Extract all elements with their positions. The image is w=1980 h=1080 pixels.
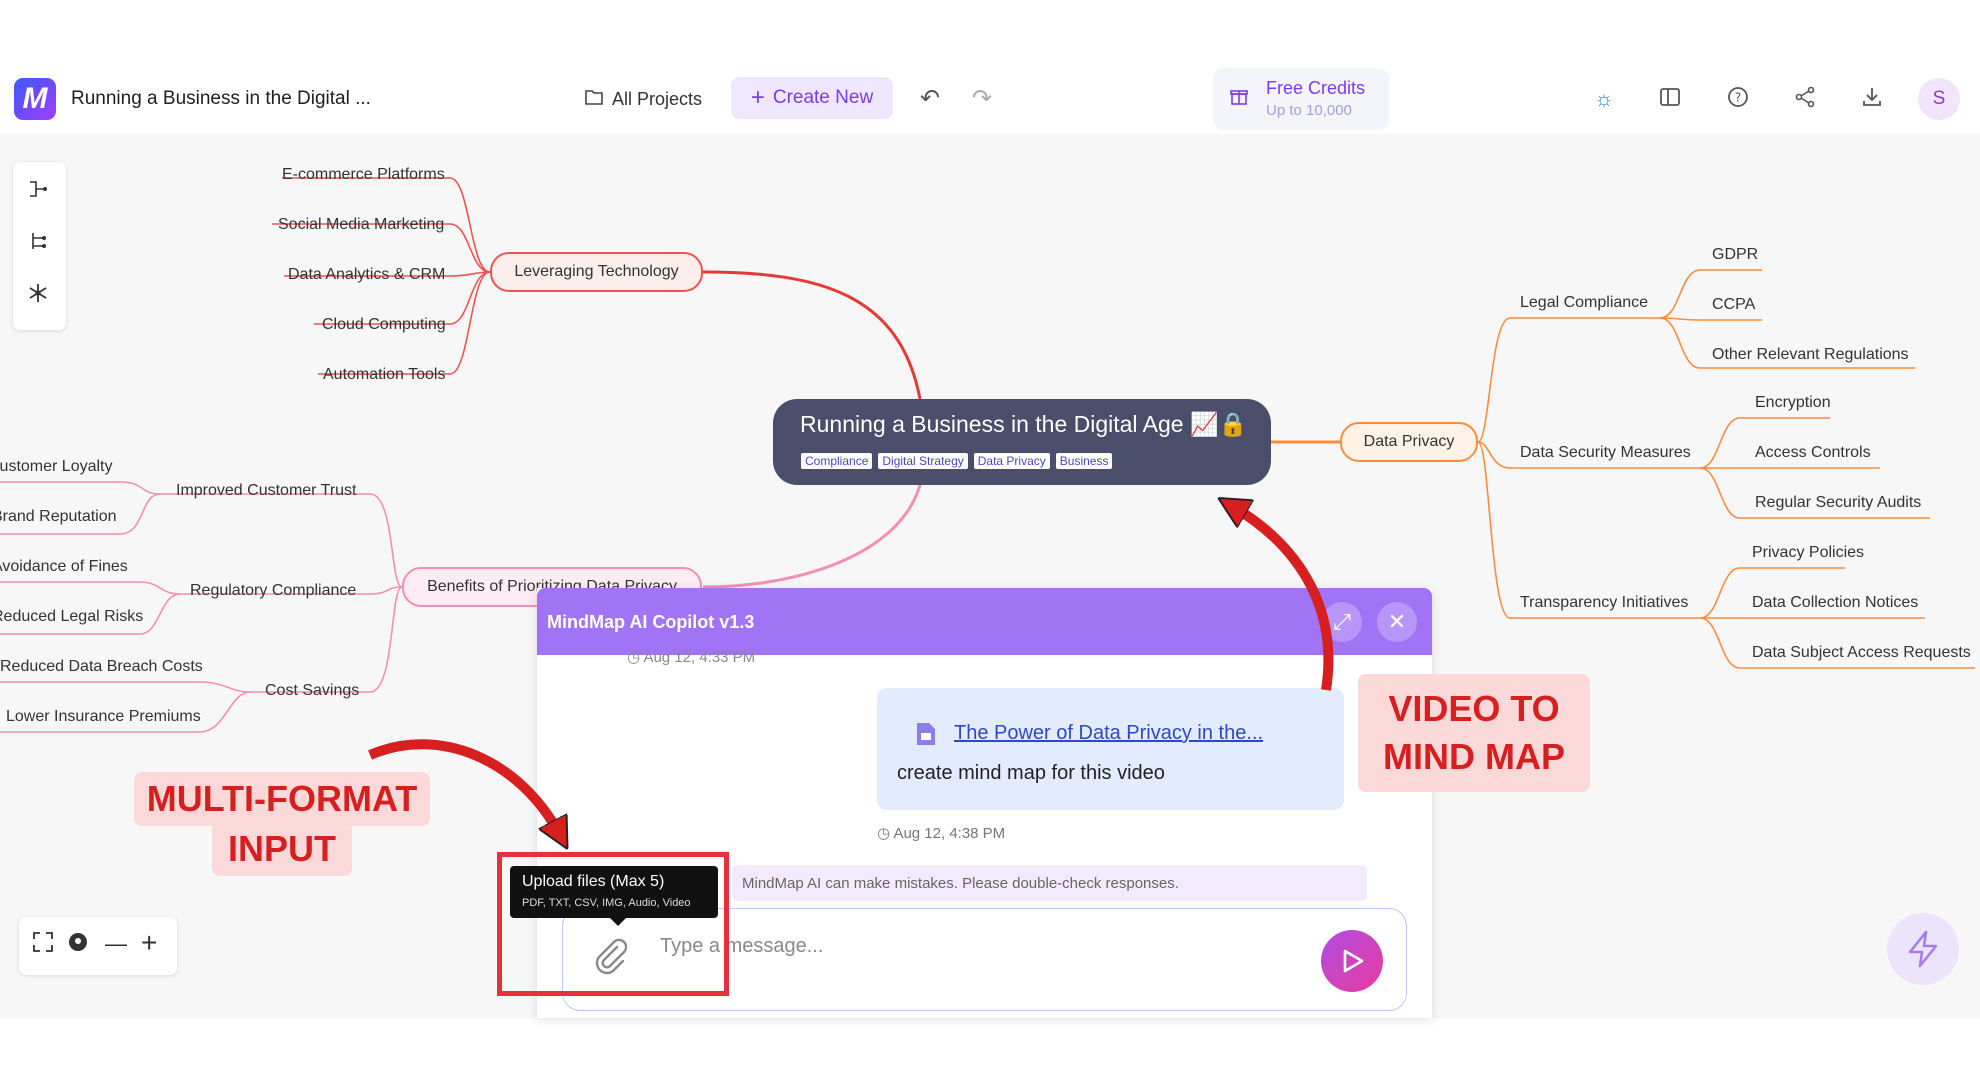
layout-right-icon[interactable] (27, 178, 49, 206)
node-regulatory-compliance[interactable]: Regulatory Compliance (190, 582, 356, 600)
tag-chip[interactable]: Data Privacy (973, 453, 1050, 469)
redo-icon[interactable]: ↷ (972, 84, 992, 113)
callout-video-to-mindmap: VIDEO TO MIND MAP (1358, 674, 1590, 792)
download-icon[interactable] (1858, 86, 1886, 114)
highlight-box (497, 852, 729, 996)
node-legal-compliance[interactable]: Legal Compliance (1520, 294, 1648, 312)
mindmap-root-node[interactable]: Running a Business in the Digital Age 📈🔒… (773, 399, 1271, 485)
layout-tree-icon[interactable] (27, 230, 49, 258)
send-button[interactable] (1321, 930, 1383, 992)
layout-radial-icon[interactable] (27, 282, 49, 310)
app-logo[interactable]: M (14, 78, 56, 120)
node-privacy-policies[interactable]: Privacy Policies (1752, 544, 1864, 562)
node-reduced-legal-risks[interactable]: Reduced Legal Risks (0, 608, 143, 626)
node-access-controls[interactable]: Access Controls (1755, 444, 1871, 462)
callout-multi-format: MULTI-FORMAT (134, 772, 430, 826)
node-automation-tools[interactable]: Automation Tools (323, 366, 445, 384)
svg-text:?: ? (1735, 91, 1741, 105)
plus-icon: + (750, 84, 765, 111)
node-gdpr[interactable]: GDPR (1712, 246, 1758, 264)
node-data-analytics-crm[interactable]: Data Analytics & CRM (288, 266, 445, 284)
zoom-controls: — + (19, 917, 177, 975)
locate-icon[interactable] (67, 931, 89, 959)
tag-chip[interactable]: Digital Strategy (878, 453, 968, 469)
document-title[interactable]: Running a Business in the Digital ... (71, 88, 371, 110)
free-credits-button[interactable]: Free Credits Up to 10,000 (1213, 68, 1389, 130)
root-tags: Compliance Digital Strategy Data Privacy… (801, 453, 1113, 469)
tag-chip[interactable]: Compliance (801, 453, 873, 469)
node-ccpa[interactable]: CCPA (1712, 296, 1755, 314)
user-message-text: create mind map for this video (897, 762, 1165, 784)
lightning-icon[interactable] (1887, 913, 1959, 985)
gift-icon (1229, 86, 1249, 112)
previous-timestamp: ◷ Aug 12, 4:33 PM (627, 649, 756, 666)
fit-screen-icon[interactable] (32, 931, 54, 959)
send-icon (1343, 949, 1364, 973)
folder-icon (584, 88, 604, 111)
node-lower-insurance-premiums[interactable]: Lower Insurance Premiums (6, 708, 201, 726)
attachment-link[interactable]: The Power of Data Privacy in the... (954, 722, 1263, 745)
node-cloud-computing[interactable]: Cloud Computing (322, 316, 446, 334)
node-encryption[interactable]: Encryption (1755, 394, 1831, 412)
node-ecommerce-platforms[interactable]: E-commerce Platforms (282, 166, 445, 184)
theme-toggle-icon[interactable]: ☼ (1590, 86, 1618, 112)
close-icon[interactable]: ✕ (1377, 602, 1417, 642)
document-icon (914, 721, 938, 753)
message-timestamp: ◷ Aug 12, 4:38 PM (877, 825, 1006, 842)
node-brand-reputation[interactable]: Brand Reputation (0, 508, 117, 526)
node-data-subject-access[interactable]: Data Subject Access Requests (1752, 644, 1971, 662)
node-security-audits[interactable]: Regular Security Audits (1755, 494, 1921, 512)
user-avatar[interactable]: S (1918, 78, 1960, 120)
zoom-out-icon[interactable]: — (105, 931, 127, 957)
layout-icon[interactable] (1656, 86, 1684, 114)
disclaimer-banner: MindMap AI can make mistakes. Please dou… (732, 865, 1367, 901)
node-improved-customer-trust[interactable]: Improved Customer Trust (176, 482, 357, 500)
node-data-security-measures[interactable]: Data Security Measures (1520, 444, 1691, 462)
node-social-media-marketing[interactable]: Social Media Marketing (278, 216, 444, 234)
node-transparency-initiatives[interactable]: Transparency Initiatives (1520, 594, 1688, 612)
node-other-regulations[interactable]: Other Relevant Regulations (1712, 346, 1909, 364)
message-input[interactable] (658, 929, 1258, 963)
undo-icon[interactable]: ↶ (920, 84, 940, 113)
expand-icon[interactable]: ⤢ (1322, 602, 1362, 642)
clock-icon: ◷ (627, 649, 641, 666)
clock-icon: ◷ (877, 825, 891, 842)
all-projects-button[interactable]: All Projects (584, 88, 702, 111)
create-new-button[interactable]: + Create New (731, 77, 893, 119)
node-leveraging-technology[interactable]: Leveraging Technology (490, 252, 703, 292)
copilot-header: MindMap AI Copilot v1.3 ⤢ ✕ (537, 588, 1432, 655)
node-data-privacy[interactable]: Data Privacy (1340, 422, 1478, 462)
callout-input: INPUT (212, 822, 352, 876)
node-customer-loyalty[interactable]: Customer Loyalty (0, 458, 113, 476)
share-icon[interactable] (1791, 86, 1819, 114)
node-reduced-breach-costs[interactable]: Reduced Data Breach Costs (0, 658, 203, 676)
node-data-collection-notices[interactable]: Data Collection Notices (1752, 594, 1918, 612)
node-cost-savings[interactable]: Cost Savings (265, 682, 359, 700)
user-message-bubble: The Power of Data Privacy in the... crea… (877, 688, 1344, 810)
node-avoidance-of-fines[interactable]: Avoidance of Fines (0, 558, 128, 576)
top-bar: M Running a Business in the Digital ... … (0, 68, 1980, 134)
zoom-in-icon[interactable]: + (141, 927, 157, 959)
help-icon[interactable]: ? (1724, 86, 1752, 114)
root-title: Running a Business in the Digital Age 📈🔒 (800, 411, 1248, 437)
layout-toolbar (13, 162, 66, 330)
copilot-title: MindMap AI Copilot v1.3 (547, 612, 755, 632)
tag-chip[interactable]: Business (1055, 453, 1113, 469)
